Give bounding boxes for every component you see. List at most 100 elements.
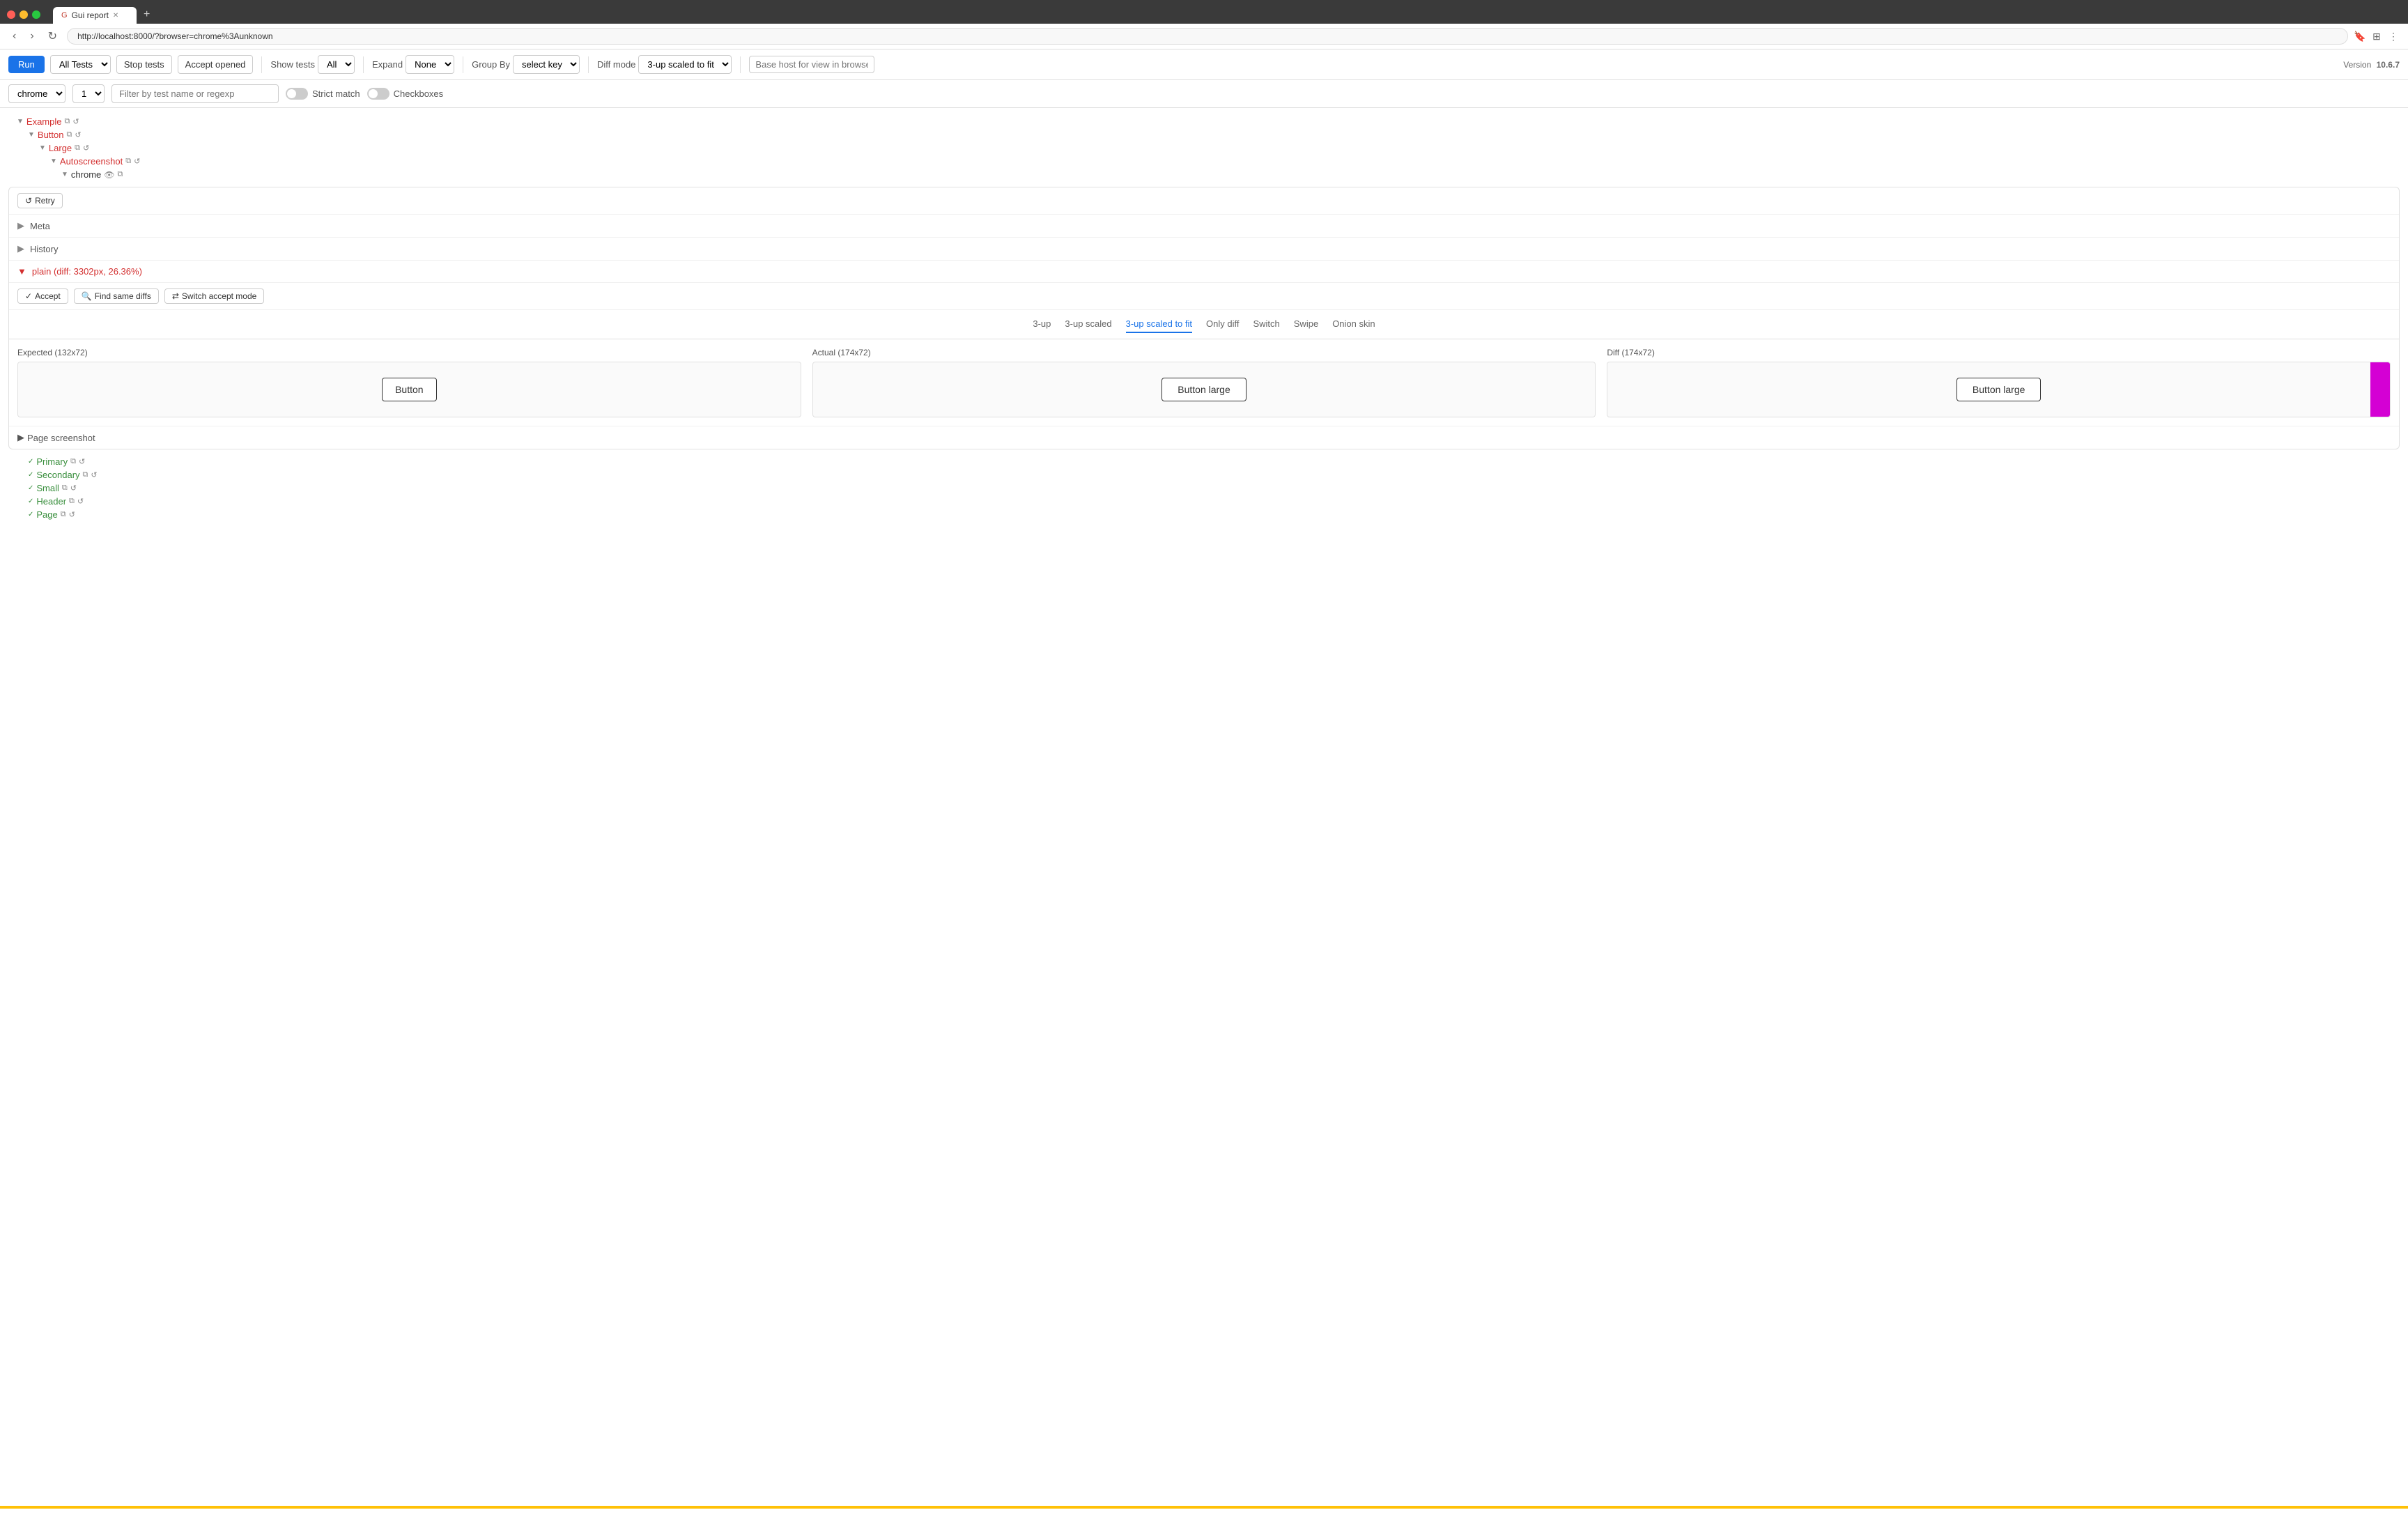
strict-match-label: Strict match	[312, 88, 360, 99]
checkboxes-knob	[369, 89, 378, 98]
base-host-input[interactable]	[749, 56, 874, 73]
expand-select[interactable]: None	[406, 55, 454, 74]
version-badge: Version 10.6.7	[2343, 60, 2400, 70]
tree-item-header[interactable]: ✓ Header ⧉ ↺	[0, 495, 2408, 508]
checkboxes-toggle[interactable]	[367, 88, 389, 100]
link-icon-chrome[interactable]: ⧉	[118, 170, 123, 179]
collapse-icon-button: ▼	[28, 131, 35, 139]
refresh-icon-header[interactable]: ↺	[77, 497, 84, 506]
instance-select[interactable]: 1	[72, 84, 105, 103]
find-same-diffs-button[interactable]: 🔍 Find same diffs	[74, 288, 159, 304]
tree-item-large[interactable]: ▼ Large ⧉ ↺	[0, 141, 2408, 155]
actual-image-box: Actual (174x72) Button large	[812, 348, 1596, 417]
tree-item-page[interactable]: ✓ Page ⧉ ↺	[0, 508, 2408, 521]
retry-button[interactable]: ↺ Retry	[17, 193, 63, 208]
retry-row: ↺ Retry	[9, 187, 2399, 215]
page-screenshot-toggle[interactable]: ▶ Page screenshot	[17, 432, 2391, 443]
tab-only-diff[interactable]: Only diff	[1206, 316, 1239, 333]
eye-icon-chrome[interactable]: 👁	[104, 170, 114, 180]
back-button[interactable]: ‹	[8, 29, 20, 44]
tree-item-chrome[interactable]: ▼ chrome 👁 ⧉	[0, 168, 2408, 181]
forward-button[interactable]: ›	[26, 29, 38, 44]
find-icon: 🔍	[82, 291, 92, 301]
tree-item-small[interactable]: ✓ Small ⧉ ↺	[0, 482, 2408, 495]
active-tab[interactable]: G Gui report ✕	[53, 7, 137, 24]
switch-accept-mode-button[interactable]: ⇄ Switch accept mode	[164, 288, 264, 304]
group-by-select[interactable]: select key	[513, 55, 580, 74]
diff-mode-select[interactable]: 3-up scaled to fit	[638, 55, 732, 74]
link-icon-header[interactable]: ⧉	[69, 497, 75, 506]
refresh-icon-primary[interactable]: ↺	[79, 457, 85, 466]
link-icon-secondary[interactable]: ⧉	[83, 470, 88, 479]
main-content: ▼ Example ⧉ ↺ ▼ Button ⧉ ↺ ▼ Large ⧉ ↺ ▼…	[0, 108, 2408, 1533]
tree-item-autoscreenshot[interactable]: ▼ Autoscreenshot ⧉ ↺	[0, 155, 2408, 168]
refresh-icon-example[interactable]: ↺	[72, 117, 79, 126]
tree-label-page: Page	[36, 509, 57, 520]
tab-onion-skin[interactable]: Onion skin	[1332, 316, 1375, 333]
strict-match-toggle[interactable]	[286, 88, 308, 100]
expected-label: Expected (132x72)	[17, 348, 801, 357]
expand-group: Expand None	[372, 55, 454, 74]
refresh-icon-autoscreenshot[interactable]: ↺	[134, 157, 140, 166]
link-icon-autoscreenshot[interactable]: ⧉	[125, 157, 131, 166]
refresh-icon-large[interactable]: ↺	[83, 144, 89, 153]
view-tabs: 3-up 3-up scaled 3-up scaled to fit Only…	[9, 310, 2399, 339]
meta-label[interactable]: Meta	[30, 221, 50, 231]
stop-tests-button[interactable]: Stop tests	[116, 55, 172, 74]
close-button[interactable]	[7, 10, 15, 19]
show-tests-label: Show tests	[270, 59, 315, 70]
minimize-button[interactable]	[20, 10, 28, 19]
show-tests-select[interactable]: All	[318, 55, 355, 74]
maximize-button[interactable]	[32, 10, 40, 19]
tab-3up[interactable]: 3-up	[1033, 316, 1051, 333]
tab-swipe[interactable]: Swipe	[1294, 316, 1318, 333]
accept-opened-button[interactable]: Accept opened	[178, 55, 254, 74]
tab-favicon: G	[61, 11, 68, 20]
tree-item-secondary[interactable]: ✓ Secondary ⧉ ↺	[0, 468, 2408, 482]
filter-input[interactable]	[111, 84, 279, 103]
all-tests-select[interactable]: All Tests	[50, 55, 111, 74]
separator-5	[740, 56, 741, 73]
tab-3up-scaled-fit[interactable]: 3-up scaled to fit	[1126, 316, 1192, 333]
show-tests-group: Show tests All	[270, 55, 355, 74]
history-row: ▶ History	[9, 238, 2399, 261]
page-screenshot-chevron-icon: ▶	[17, 432, 24, 443]
chrome-select[interactable]: chrome	[8, 84, 65, 103]
separator-2	[363, 56, 364, 73]
reload-button[interactable]: ↻	[44, 28, 61, 45]
expected-container: Button	[17, 362, 801, 417]
checkboxes-toggle-group: Checkboxes	[367, 88, 444, 100]
link-icon-small[interactable]: ⧉	[62, 484, 68, 493]
link-icon-large[interactable]: ⧉	[75, 144, 80, 153]
link-icon-page[interactable]: ⧉	[61, 510, 66, 519]
link-icon-primary[interactable]: ⧉	[70, 457, 76, 466]
link-icon-example[interactable]: ⧉	[64, 117, 70, 126]
tab-close-icon[interactable]: ✕	[113, 12, 118, 20]
collapse-icon-large: ▼	[39, 144, 46, 152]
tree-item-button[interactable]: ▼ Button ⧉ ↺	[0, 128, 2408, 141]
version-value: 10.6.7	[2377, 60, 2400, 70]
page-screenshot-label: Page screenshot	[27, 433, 95, 443]
tab-switch[interactable]: Switch	[1253, 316, 1279, 333]
filter-bar: chrome 1 Strict match Checkboxes	[0, 80, 2408, 108]
bookmark-icon[interactable]: 🔖	[2354, 30, 2366, 43]
address-input[interactable]	[67, 28, 2348, 45]
extensions-icon[interactable]: ⊞	[2370, 30, 2383, 43]
refresh-icon-page[interactable]: ↺	[69, 510, 75, 519]
menu-icon[interactable]: ⋮	[2387, 30, 2400, 43]
history-label[interactable]: History	[30, 244, 58, 254]
run-button[interactable]: Run	[8, 56, 45, 73]
tree-item-example[interactable]: ▼ Example ⧉ ↺	[0, 115, 2408, 128]
separator-4	[588, 56, 589, 73]
tab-3up-scaled[interactable]: 3-up scaled	[1065, 316, 1111, 333]
tree-item-primary[interactable]: ✓ Primary ⧉ ↺	[0, 455, 2408, 468]
link-icon-button[interactable]: ⧉	[67, 130, 72, 139]
refresh-icon-secondary[interactable]: ↺	[91, 470, 97, 479]
refresh-icon-small[interactable]: ↺	[70, 484, 77, 493]
collapse-icon-header: ✓	[28, 498, 33, 505]
collapse-icon-chrome: ▼	[61, 171, 68, 178]
new-tab-button[interactable]: +	[139, 6, 154, 24]
refresh-icon-button[interactable]: ↺	[75, 130, 81, 139]
tree-label-example: Example	[26, 116, 62, 127]
accept-button[interactable]: ✓ Accept	[17, 288, 68, 304]
